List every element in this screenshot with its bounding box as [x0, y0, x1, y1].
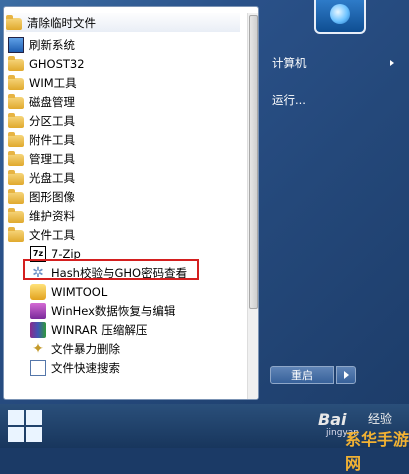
program-label: WinHex数据恢复与编辑 [51, 303, 176, 318]
scrollbar-thumb[interactable] [249, 15, 258, 309]
chevron-right-icon [390, 60, 394, 66]
winrar-icon [30, 321, 46, 338]
program-force-delete[interactable]: ✦ 文件暴力删除 [30, 339, 120, 358]
folder-icon [8, 208, 24, 223]
program-label: 分区工具 [29, 113, 75, 128]
folder-maintenance[interactable]: 维护资料 [8, 206, 75, 225]
program-label: GHOST32 [29, 56, 85, 71]
folder-disk-management[interactable]: 磁盘管理 [8, 92, 75, 111]
winhex-icon [30, 302, 46, 319]
program-winrar[interactable]: WINRAR 压缩解压 [30, 320, 147, 339]
folder-file-tools[interactable]: 文件工具 [8, 225, 75, 244]
program-label: 光盘工具 [29, 170, 75, 185]
system-icon [8, 36, 24, 53]
programs-pane: 清除临时文件 刷新系统 GHOST32 WIM工具 磁盘管理 分区工具 附件工具… [3, 6, 259, 400]
folder-icon [8, 189, 24, 204]
shredder-icon: ✦ [32, 340, 44, 357]
program-label: 文件快速搜索 [51, 360, 120, 375]
folder-icon [8, 113, 24, 128]
watermark-jingyan: 经验 [368, 412, 393, 426]
highlight-annotation-box [23, 259, 199, 280]
restart-button[interactable]: 重启 [270, 366, 334, 384]
program-label: 刷新系统 [29, 37, 75, 52]
program-label: 磁盘管理 [29, 94, 75, 109]
program-file-search[interactable]: 文件快速搜索 [30, 358, 120, 377]
folder-disc-tools[interactable]: 光盘工具 [8, 168, 75, 187]
folder-icon [8, 151, 24, 166]
folder-icon [8, 75, 24, 90]
folder-icon [8, 56, 24, 71]
program-refresh-system[interactable]: 刷新系统 [8, 35, 75, 54]
program-label: 图形图像 [29, 189, 75, 204]
wimtool-icon [30, 283, 46, 300]
program-label: 文件工具 [29, 227, 75, 242]
program-wimtool[interactable]: WIMTOOL [30, 282, 107, 301]
folder-wim-tools[interactable]: WIM工具 [8, 73, 77, 92]
folder-ghost32[interactable]: GHOST32 [8, 54, 85, 73]
program-label: WIM工具 [29, 75, 77, 90]
folder-icon [6, 15, 22, 30]
program-label: WINRAR 压缩解压 [51, 322, 148, 337]
folder-graphics[interactable]: 图形图像 [8, 187, 75, 206]
program-label: 管理工具 [29, 151, 75, 166]
programs-scrollbar[interactable] [247, 13, 258, 399]
folder-icon [8, 94, 24, 109]
program-label: 清除临时文件 [27, 15, 96, 30]
folder-open-icon [8, 227, 24, 242]
windows-start-icon[interactable] [4, 406, 44, 444]
program-label: 维护资料 [29, 208, 75, 223]
program-clean-temp[interactable]: 清除临时文件 [6, 13, 240, 32]
program-label: 附件工具 [29, 132, 75, 147]
menu-item-run[interactable]: 运行... [272, 92, 306, 108]
folder-partition-tools[interactable]: 分区工具 [8, 111, 75, 130]
program-winhex[interactable]: WinHex数据恢复与编辑 [30, 301, 175, 320]
user-avatar[interactable] [314, 0, 366, 34]
folder-admin-tools[interactable]: 管理工具 [8, 149, 75, 168]
watermark-baidu: Bai [318, 410, 347, 429]
menu-item-computer[interactable]: 计算机 [272, 55, 307, 71]
folder-icon [8, 170, 24, 185]
restart-options-button[interactable] [336, 366, 356, 384]
folder-icon [8, 132, 24, 147]
watermark-site: 系华手游网 [345, 430, 409, 473]
search-doc-icon [30, 359, 46, 376]
folder-accessories[interactable]: 附件工具 [8, 130, 75, 149]
program-label: WIMTOOL [51, 284, 108, 299]
program-label: 文件暴力删除 [51, 341, 120, 356]
